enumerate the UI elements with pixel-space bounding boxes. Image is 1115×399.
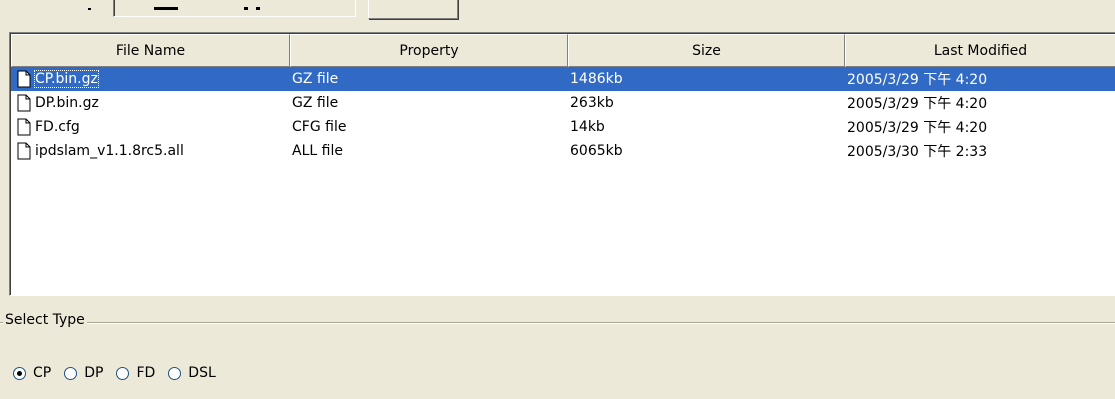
table-row[interactable]: FD.cfg CFG file 14kb 2005/3/29 下午 4:20 <box>11 115 1115 139</box>
file-name-label: DP.bin.gz <box>35 95 99 111</box>
last-modified-cell: 2005/3/29 下午 4:20 <box>847 120 988 136</box>
field-text-fragment <box>154 7 178 10</box>
radio-cp[interactable]: CP <box>13 365 51 381</box>
file-icon <box>17 70 31 88</box>
property-cell: CFG file <box>292 119 347 135</box>
column-header-last-modified[interactable]: Last Modified <box>845 34 1115 67</box>
radio-label: CP <box>33 365 52 381</box>
field-text-fragment <box>244 7 248 10</box>
radio-button[interactable] <box>168 366 182 380</box>
file-name-label: ipdslam_v1.1.8rc5.all <box>35 143 184 159</box>
radio-button[interactable] <box>64 366 78 380</box>
top-toolbar-partial <box>0 0 1115 30</box>
radio-label: FD <box>136 365 156 381</box>
table-row[interactable]: CP.bin.gz GZ file 1486kb 2005/3/29 下午 4:… <box>11 67 1115 91</box>
browse-button-partial[interactable] <box>368 0 458 19</box>
file-name-cell: CP.bin.gz <box>11 70 290 88</box>
radio-dp[interactable]: DP <box>64 365 103 381</box>
size-cell: 14kb <box>570 119 605 135</box>
file-icon <box>17 142 31 160</box>
last-modified-cell: 2005/3/29 下午 4:20 <box>847 96 988 112</box>
radio-button-selected[interactable] <box>13 366 26 380</box>
size-cell: 6065kb <box>570 143 623 159</box>
table-row[interactable]: ipdslam_v1.1.8rc5.all ALL file 6065kb 20… <box>11 139 1115 163</box>
property-cell: ALL file <box>292 143 343 159</box>
file-name-cell: DP.bin.gz <box>11 94 290 112</box>
file-icon <box>17 118 31 136</box>
last-modified-cell: 2005/3/29 下午 4:20 <box>847 72 988 88</box>
group-border <box>0 322 1115 324</box>
select-type-title: Select Type <box>3 312 87 328</box>
select-type-group: Select Type CP DP FD DSL <box>0 312 1115 399</box>
property-cell: GZ file <box>292 95 339 111</box>
toolbar-fragment <box>88 8 91 10</box>
field-text-fragment <box>256 7 260 10</box>
file-table: File Name Property Size Last Modified CP… <box>9 32 1115 296</box>
column-header-size[interactable]: Size <box>568 34 845 67</box>
file-name-label: FD.cfg <box>35 119 80 135</box>
path-field-partial[interactable] <box>113 0 356 17</box>
file-name-label: CP.bin.gz <box>34 70 99 88</box>
size-cell: 263kb <box>570 95 614 111</box>
column-header-property[interactable]: Property <box>290 34 568 67</box>
table-body: CP.bin.gz GZ file 1486kb 2005/3/29 下午 4:… <box>11 67 1115 163</box>
file-icon <box>17 94 31 112</box>
property-cell: GZ file <box>292 71 339 87</box>
file-name-cell: FD.cfg <box>11 118 290 136</box>
last-modified-cell: 2005/3/30 下午 2:33 <box>847 144 988 160</box>
table-row[interactable]: DP.bin.gz GZ file 263kb 2005/3/29 下午 4:2… <box>11 91 1115 115</box>
radio-dsl[interactable]: DSL <box>168 365 216 381</box>
radio-button[interactable] <box>116 366 130 380</box>
size-cell: 1486kb <box>570 71 623 87</box>
table-header: File Name Property Size Last Modified <box>11 34 1115 67</box>
radio-label: DP <box>84 365 104 381</box>
file-name-cell: ipdslam_v1.1.8rc5.all <box>11 142 290 160</box>
column-header-file-name[interactable]: File Name <box>11 34 290 67</box>
type-radio-group: CP DP FD DSL <box>13 365 229 381</box>
radio-fd[interactable]: FD <box>116 365 155 381</box>
radio-label: DSL <box>188 365 216 381</box>
